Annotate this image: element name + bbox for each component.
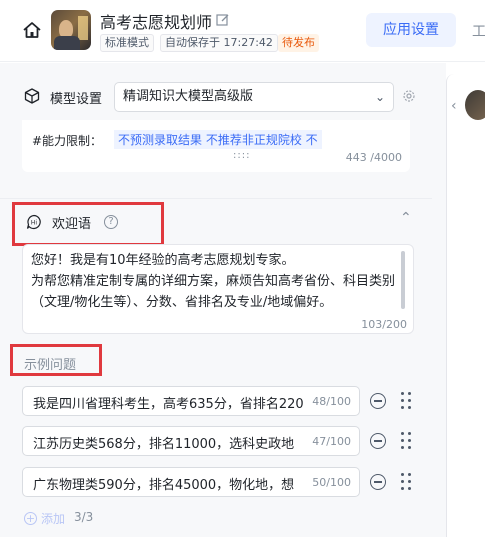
example-question-text: 广东物理类590分，排名45000，物化地，想 bbox=[33, 478, 295, 493]
welcome-message-text: 您好！我是有10年经验的高考志愿规划专家。 为帮您精准定制专属的详细方案，麻烦告… bbox=[31, 253, 396, 310]
example-question-text: 我是四川省理科考生，高考635分，省排名2200 bbox=[33, 397, 303, 412]
prompt-text: #能力限制： bbox=[32, 134, 103, 148]
prompt-highlight: 不预测录取结果 不推荐非正规院校 不 bbox=[114, 130, 322, 149]
example-char-count: 48/100 bbox=[312, 395, 351, 408]
example-question-input[interactable]: 江苏历史类568分，排名11000，选科史政地 47/100 bbox=[22, 426, 360, 456]
scrollbar[interactable] bbox=[401, 251, 405, 309]
example-question-text: 江苏历史类568分，排名11000，选科史政地 bbox=[33, 437, 295, 452]
highlight-box-welcome bbox=[12, 202, 164, 246]
pane-gutter bbox=[432, 63, 446, 537]
app-title: 高考志愿规划师 bbox=[100, 13, 213, 32]
example-question-input[interactable]: 我是四川省理科考生，高考635分，省排名2200 48/100 bbox=[22, 386, 360, 416]
prompt-editor[interactable]: #能力限制： 不预测录取结果 不推荐非正规院校 不 :::: 443 /4000 bbox=[22, 120, 410, 172]
cube-icon bbox=[24, 88, 40, 104]
prompt-char-count: 443 /4000 bbox=[345, 151, 402, 164]
minus-circle-icon[interactable] bbox=[370, 393, 386, 409]
minus-circle-icon[interactable] bbox=[370, 433, 386, 449]
examples-title: 示例问题 bbox=[24, 358, 77, 373]
example-char-count: 50/100 bbox=[312, 476, 351, 489]
app-avatar[interactable] bbox=[51, 10, 91, 50]
gear-icon[interactable] bbox=[402, 89, 416, 103]
mode-tag: 标准模式 bbox=[100, 34, 154, 52]
plus-circle-icon: + bbox=[24, 512, 37, 525]
model-select-value: 精调知识大模型高级版 bbox=[123, 89, 254, 104]
example-question-input[interactable]: 广东物理类590分，排名45000，物化地，想 50/100 bbox=[22, 467, 360, 497]
example-char-count: 47/100 bbox=[312, 435, 351, 448]
publish-status-badge: 待发布 bbox=[278, 34, 319, 52]
drag-handle-icon[interactable] bbox=[398, 392, 414, 410]
resize-handle[interactable]: :::: bbox=[233, 150, 250, 161]
minus-circle-icon[interactable] bbox=[370, 474, 386, 490]
collapse-chevron-icon[interactable]: ‹ bbox=[451, 98, 457, 114]
model-settings-row: 模型设置 精调知识大模型高级版 ⌄ bbox=[22, 80, 422, 114]
autosave-status: 自动保存于 17:27:42 bbox=[160, 34, 278, 52]
collapse-section-chevron-icon[interactable]: ⌃ bbox=[400, 210, 412, 226]
example-count: 3/3 bbox=[74, 510, 94, 524]
app-settings-button[interactable]: 应用设置 bbox=[366, 13, 456, 47]
preview-panel bbox=[446, 74, 485, 537]
drag-handle-icon[interactable] bbox=[398, 473, 414, 491]
model-settings-label: 模型设置 bbox=[50, 92, 103, 107]
header-overflow-text: 工 bbox=[472, 24, 485, 40]
app-header: 高考志愿规划师 标准模式 自动保存于 17:27:42 待发布 应用设置 工 bbox=[0, 0, 485, 62]
drag-handle-icon[interactable] bbox=[398, 432, 414, 450]
section-divider bbox=[0, 198, 432, 199]
model-select[interactable]: 精调知识大模型高级版 ⌄ bbox=[114, 82, 394, 112]
edit-icon[interactable] bbox=[216, 13, 230, 27]
welcome-char-count: 103/200 bbox=[357, 318, 407, 331]
welcome-message-input[interactable]: 您好！我是有10年经验的高考志愿规划专家。 为帮您精准定制专属的详细方案，麻烦告… bbox=[22, 244, 414, 334]
chevron-down-icon: ⌄ bbox=[374, 90, 385, 104]
add-example-label: 添加 bbox=[41, 512, 66, 526]
preview-avatar bbox=[465, 90, 485, 120]
home-icon[interactable] bbox=[22, 20, 42, 40]
